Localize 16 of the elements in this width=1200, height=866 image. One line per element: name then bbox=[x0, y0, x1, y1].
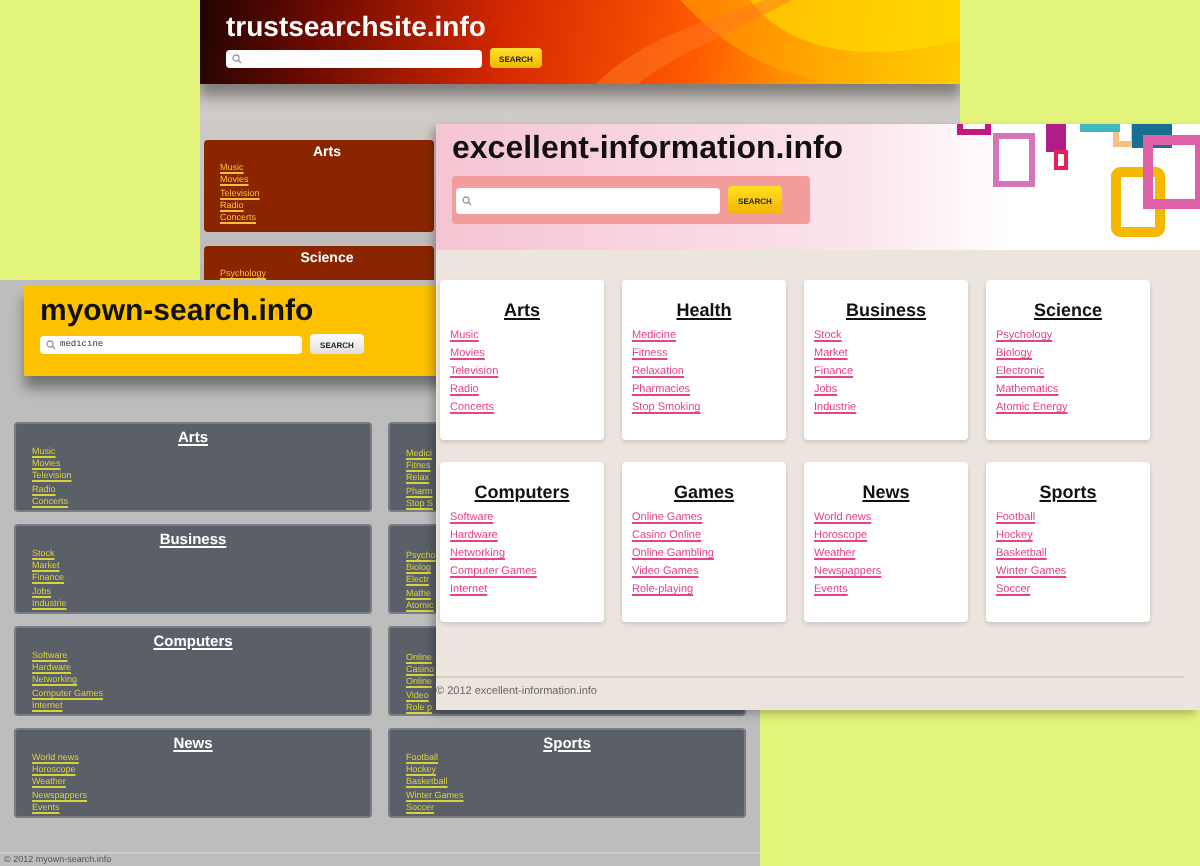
search-field[interactable] bbox=[226, 49, 482, 67]
category-title[interactable]: Business bbox=[845, 300, 927, 320]
search-icon bbox=[462, 195, 472, 205]
category-title[interactable]: Science bbox=[1033, 300, 1103, 320]
search-icon bbox=[232, 53, 242, 63]
category-title[interactable]: Arts bbox=[503, 300, 540, 320]
category-title[interactable]: Games bbox=[673, 482, 735, 502]
site-title: excellent-information.info bbox=[452, 132, 844, 168]
search-field[interactable] bbox=[456, 187, 720, 213]
category-title[interactable]: Sports bbox=[1039, 482, 1097, 502]
site-title: myown-search.info bbox=[40, 294, 314, 328]
site-title: trustsearchsite.info bbox=[226, 10, 486, 42]
category-title[interactable]: Health bbox=[676, 300, 732, 320]
category-title[interactable]: Computers bbox=[474, 482, 570, 502]
search-icon bbox=[46, 339, 56, 349]
category-title[interactable]: News bbox=[862, 482, 910, 502]
